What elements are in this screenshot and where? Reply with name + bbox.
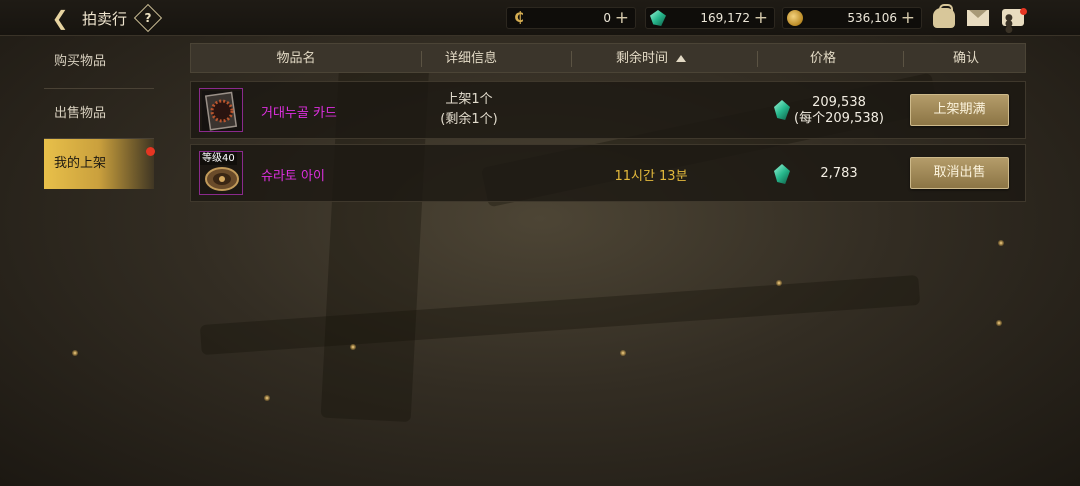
my-listings-notification-dot: [146, 147, 155, 156]
mail-icon[interactable]: [967, 10, 989, 26]
currency-gem: 169,172 +: [645, 7, 775, 29]
firefly-spark: [264, 395, 270, 401]
gem-value: 169,172: [700, 11, 750, 25]
back-arrow-icon[interactable]: ❮: [48, 6, 72, 30]
gold-value: 536,106: [847, 11, 897, 25]
help-button[interactable]: ?: [133, 3, 163, 33]
sidebar-item-my-listings[interactable]: 我的上架: [44, 139, 154, 189]
item-price: 2,783: [820, 166, 858, 181]
column-price: 价格: [809, 51, 836, 66]
sort-ascending-icon: [676, 55, 686, 62]
column-separator: [903, 51, 904, 67]
column-item-name: 物品名: [276, 51, 316, 66]
gold-coin-icon: [787, 10, 803, 26]
listing-expired-button[interactable]: 上架期满: [910, 94, 1009, 126]
column-separator: [757, 51, 758, 67]
item-price: 209,538 (每个209,538): [789, 95, 889, 127]
price-total: 209,538: [812, 95, 866, 110]
item-name: 슈라토 아이: [261, 169, 325, 184]
top-bar: ❮ 拍卖行 ? ₵ 0 + 169,172 + 536,106 + ● ● ●: [0, 0, 1080, 36]
question-icon: ?: [144, 11, 152, 25]
column-details: 详细信息: [444, 51, 497, 66]
firefly-spark: [996, 320, 1002, 326]
item-eye-icon[interactable]: 等级40: [199, 151, 243, 195]
chat-notification-dot: [1020, 8, 1027, 15]
c-coin-icon: ₵: [511, 10, 527, 26]
item-level-badge: 等级40: [200, 152, 237, 165]
firefly-spark: [620, 350, 626, 356]
table-row: 等级40 슈라토 아이 11시간 13분 2,783 取消出售: [190, 144, 1026, 202]
firefly-spark: [72, 350, 78, 356]
add-gold-button[interactable]: +: [901, 8, 915, 28]
table-row: 거대누골 카드 上架1个 (剩余1个) 209,538 (每个209,538) …: [190, 81, 1026, 139]
add-c-coin-button[interactable]: +: [615, 8, 629, 28]
item-detail: 上架1个 (剩余1个): [419, 90, 519, 130]
firefly-spark: [776, 280, 782, 286]
background-branch: [199, 274, 921, 356]
table-header: 物品名 详细信息 剩余时间 价格 确认: [190, 43, 1026, 73]
item-name: 거대누골 카드: [261, 106, 337, 121]
firefly-spark: [998, 240, 1004, 246]
column-remaining-time-label: 剩余时间: [615, 51, 668, 66]
column-confirm: 确认: [952, 51, 979, 66]
cancel-sale-button[interactable]: 取消出售: [910, 157, 1009, 189]
gem-icon: [650, 10, 666, 26]
gem-icon: [774, 164, 790, 184]
currency-c-coin: ₵ 0 +: [506, 7, 636, 29]
bag-icon[interactable]: [933, 4, 955, 28]
c-coin-value: 0: [603, 11, 611, 25]
item-card-icon[interactable]: [199, 88, 243, 132]
firefly-spark: [350, 344, 356, 350]
sidebar-item-sell[interactable]: 出售物品: [44, 89, 154, 139]
gem-icon: [774, 100, 790, 120]
listed-count: 上架1个: [445, 92, 493, 107]
sidebar-item-buy[interactable]: 购买物品: [44, 37, 154, 87]
currency-gold: 536,106 +: [782, 7, 922, 29]
column-remaining-time[interactable]: 剩余时间: [571, 44, 731, 74]
price-each: (每个209,538): [794, 111, 884, 126]
card-icon: [202, 91, 242, 131]
item-remaining-time: 11시간 13분: [614, 169, 688, 184]
remaining-count: (剩余1个): [440, 112, 498, 127]
add-gem-button[interactable]: +: [754, 8, 768, 28]
page-title: 拍卖行: [82, 10, 128, 28]
